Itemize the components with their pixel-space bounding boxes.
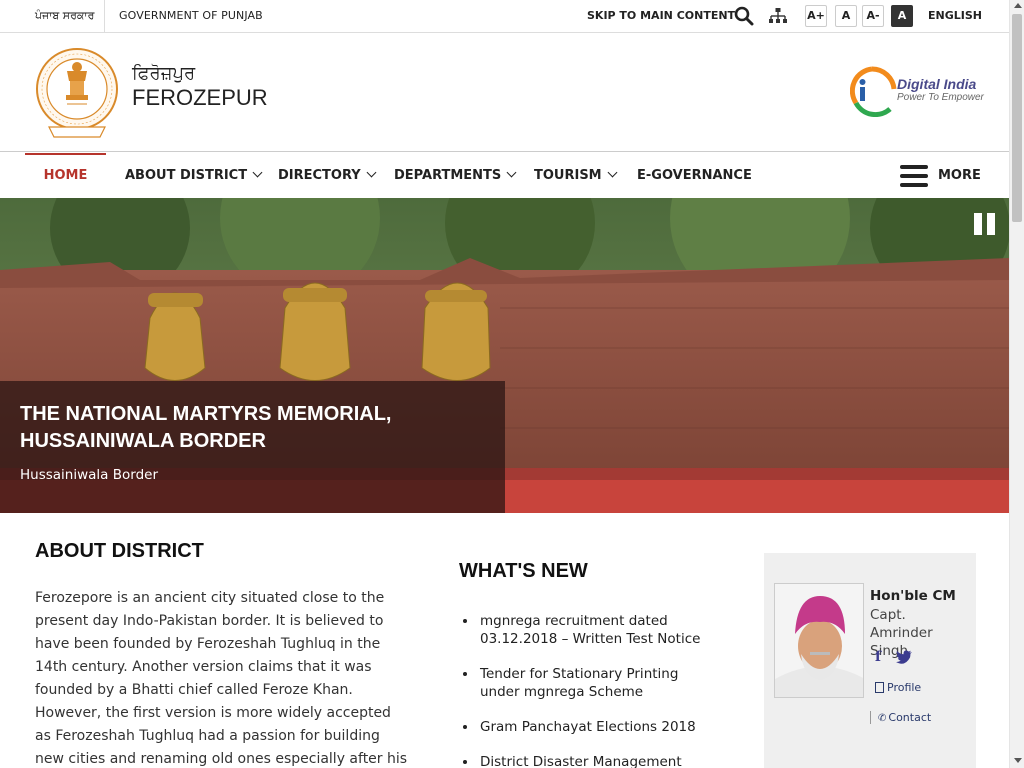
more-label: MORE [938, 168, 981, 183]
language-selector[interactable]: ENGLISH [928, 9, 982, 22]
digital-india-title: Digital India [897, 76, 977, 92]
search-icon[interactable] [734, 6, 754, 26]
site-name-punjabi[interactable]: ਫਿਰੋਜ਼ਪੁਰ [132, 63, 195, 84]
document-icon [875, 682, 884, 693]
whats-new-list: mgnrega recruitment dated 03.12.2018 – W… [462, 612, 712, 768]
about-district-heading: ABOUT DISTRICT [35, 540, 204, 562]
site-name-english[interactable]: FEROZEPUR [132, 85, 268, 111]
chevron-down-icon [366, 167, 377, 178]
nav-departments-label: DEPARTMENTS [394, 168, 502, 183]
chevron-down-icon [252, 167, 263, 178]
cm-profile-label: Profile [887, 681, 922, 694]
nav-directory-label: DIRECTORY [278, 168, 361, 183]
scrollbar-thumb[interactable] [1012, 14, 1022, 222]
punjab-emblem-logo[interactable] [34, 41, 120, 143]
news-item[interactable]: Gram Panchayat Elections 2018 [462, 718, 712, 736]
about-district-text: Ferozepore is an ancient city situated c… [35, 590, 408, 767]
nav-directory[interactable]: DIRECTORY [278, 153, 377, 198]
nav-home-label: HOME [43, 168, 88, 183]
hero-banner-slider[interactable]: THE NATIONAL MARTYRS MEMORIAL, HUSSAINIW… [0, 198, 1009, 513]
nav-tourism-label: TOURISM [534, 168, 602, 183]
site-header: ਫਿਰੋਜ਼ਪੁਰ FEROZEPUR Digital India Power … [0, 33, 1009, 152]
gov-punjabi-link[interactable]: ਪੰਜਾਬ ਸਰਕਾਰ [35, 9, 94, 23]
digital-india-tagline: Power To Empower [897, 92, 984, 103]
chevron-down-icon [607, 167, 618, 178]
nav-about-district[interactable]: ABOUT DISTRICT [125, 153, 263, 198]
high-contrast-button[interactable]: A [891, 5, 913, 27]
chevron-down-icon [506, 167, 517, 178]
scroll-down-icon[interactable] [1014, 758, 1022, 763]
skip-to-content-link[interactable]: SKIP TO MAIN CONTENT [587, 9, 735, 22]
hamburger-icon [900, 165, 928, 187]
cm-contact-label: Contact [888, 711, 932, 724]
cm-profile-link[interactable]: Profile [875, 680, 921, 694]
font-increase-button[interactable]: A+ [805, 5, 827, 27]
chief-minister-card: Hon'ble CM Capt. Amrinder Singh f Profil… [764, 553, 976, 768]
facebook-icon[interactable]: f [875, 649, 881, 665]
font-normal-button[interactable]: A [835, 5, 857, 27]
divider [104, 0, 105, 33]
news-item[interactable]: District Disaster Management [462, 753, 712, 768]
nav-e-governance[interactable]: E-GOVERNANCE [637, 153, 752, 198]
cm-contact-link[interactable]: ✆ Contact [870, 711, 931, 724]
cm-photo [774, 583, 864, 698]
banner-subtitle: Hussainiwala Border [20, 467, 158, 483]
phone-icon: ✆ [878, 713, 887, 724]
nav-home[interactable]: HOME [25, 153, 106, 198]
gov-english-link[interactable]: GOVERNMENT OF PUNJAB [119, 9, 263, 22]
slider-pause-button[interactable] [974, 213, 996, 235]
page-scrollbar[interactable] [1009, 0, 1024, 768]
banner-caption: THE NATIONAL MARTYRS MEMORIAL, HUSSAINIW… [0, 381, 505, 513]
nav-about-district-label: ABOUT DISTRICT [125, 168, 248, 183]
news-item[interactable]: Tender for Stationary Printing under mgn… [462, 665, 712, 701]
nav-e-governance-label: E-GOVERNANCE [637, 168, 752, 183]
main-navigation: HOME ABOUT DISTRICT DIRECTORY DEPARTMENT… [0, 153, 1009, 198]
sitemap-icon[interactable] [768, 6, 788, 26]
cm-role: Hon'ble CM [870, 588, 956, 604]
whats-new-heading: WHAT'S NEW [459, 560, 588, 582]
nav-tourism[interactable]: TOURISM [534, 153, 618, 198]
banner-title[interactable]: THE NATIONAL MARTYRS MEMORIAL, HUSSAINIW… [20, 401, 480, 455]
scroll-up-icon[interactable] [1014, 3, 1022, 8]
news-item[interactable]: mgnrega recruitment dated 03.12.2018 – W… [462, 612, 712, 648]
nav-departments[interactable]: DEPARTMENTS [394, 153, 517, 198]
twitter-icon[interactable] [896, 650, 912, 664]
top-utility-bar: ਪੰਜਾਬ ਸਰਕਾਰ GOVERNMENT OF PUNJAB SKIP TO… [0, 0, 1009, 33]
cm-name: Capt. Amrinder Singh [870, 607, 933, 659]
font-decrease-button[interactable]: A- [862, 5, 884, 27]
